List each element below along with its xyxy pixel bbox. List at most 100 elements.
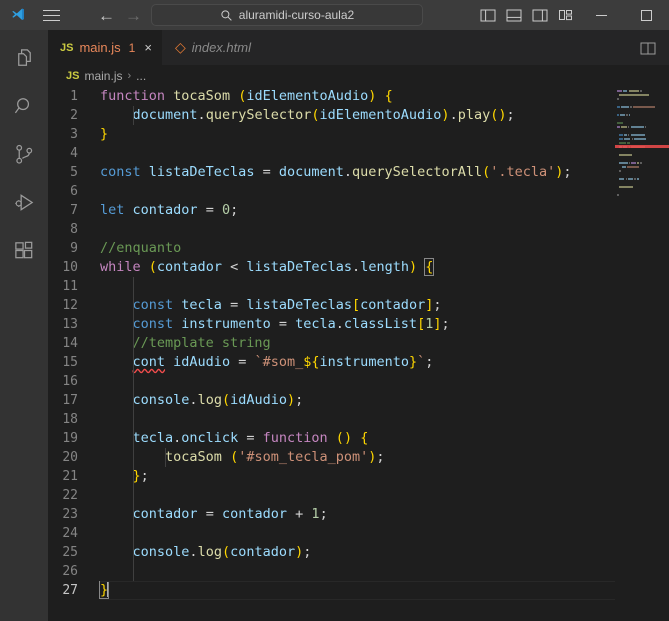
line-number: 19 <box>62 431 78 446</box>
breadcrumb-file[interactable]: main.js <box>84 69 122 83</box>
code-text: function tocaSom (idElementoAudio) { <box>100 88 393 104</box>
code-line[interactable]: 22 <box>48 486 615 505</box>
code-text <box>100 562 615 581</box>
code-text: console.log(idAudio); <box>132 391 304 410</box>
text-cursor <box>107 582 109 597</box>
line-number: 18 <box>62 412 78 427</box>
code-line[interactable]: 6 <box>48 182 615 201</box>
code-line[interactable]: 15 cont idAudio = `#som_${instrumento}`; <box>48 353 615 372</box>
code-text <box>100 410 615 429</box>
editor-actions <box>635 30 669 65</box>
line-number: 6 <box>70 184 78 199</box>
search-input[interactable]: aluramidi-curso-aula2 <box>151 4 423 26</box>
code-line[interactable]: 14 //template string <box>48 334 615 353</box>
code-text: console.log(contador); <box>132 543 312 562</box>
customize-layout-icon[interactable] <box>553 0 579 30</box>
line-number: 17 <box>62 393 78 408</box>
line-number: 3 <box>70 127 78 142</box>
code-line[interactable]: 12 const tecla = listaDeTeclas[contador]… <box>48 296 615 315</box>
code-line[interactable]: 3} <box>48 125 615 144</box>
tab-main-js[interactable]: JS main.js 1 × <box>48 30 163 65</box>
code-line[interactable]: 4 <box>48 144 615 163</box>
code-text: document.querySelector(idElementoAudio).… <box>132 106 515 125</box>
code-text: while (contador < listaDeTeclas.length) … <box>100 258 435 276</box>
code-text: tocaSom ('#som_tecla_pom'); <box>100 448 615 467</box>
code-line[interactable]: 13 const instrumento = tecla.classList[1… <box>48 315 615 334</box>
window-controls-group <box>475 0 669 30</box>
hamburger-menu-icon[interactable] <box>34 6 68 25</box>
run-debug-icon <box>14 193 33 211</box>
code-line[interactable]: 11 <box>48 277 615 296</box>
source-control-icon <box>15 144 32 164</box>
line-number: 25 <box>62 545 78 560</box>
sidebar-item-explorer[interactable] <box>0 34 48 82</box>
minimap[interactable] <box>615 87 669 621</box>
code-text: }; <box>132 467 149 486</box>
tab-index-html[interactable]: ◇ index.html <box>163 30 262 65</box>
toggle-primary-sidebar-icon[interactable] <box>475 0 501 30</box>
line-number: 7 <box>70 203 78 218</box>
vscode-logo-icon <box>0 7 34 24</box>
split-editor-right-button[interactable] <box>635 33 661 63</box>
code-line[interactable]: 26 <box>48 562 615 581</box>
sidebar-item-search[interactable] <box>0 82 48 130</box>
sidebar-item-extensions[interactable] <box>0 226 48 274</box>
code-text: //enquanto <box>100 240 182 256</box>
line-number: 14 <box>62 336 78 351</box>
line-number: 15 <box>62 355 78 370</box>
line-number: 21 <box>62 469 78 484</box>
code-line[interactable]: 18 <box>48 410 615 429</box>
search-icon <box>221 9 232 21</box>
code-line[interactable]: 10 while (contador < listaDeTeclas.length… <box>48 258 615 277</box>
search-icon <box>14 97 29 113</box>
code-lines-container[interactable]: 1 function tocaSom (idElementoAudio) { 2 d… <box>48 87 615 621</box>
code-line[interactable]: 17 console.log(idAudio); <box>48 391 615 410</box>
code-text: contador = contador + 1; <box>132 505 328 524</box>
breadcrumb-symbols[interactable]: ... <box>136 69 146 83</box>
code-line[interactable]: 16 <box>48 372 615 391</box>
code-line[interactable]: 21 }; <box>48 467 615 486</box>
arrow-back-icon[interactable]: ← <box>98 7 115 24</box>
code-line[interactable]: 24 <box>48 524 615 543</box>
arrow-forward-icon[interactable]: → <box>125 7 142 24</box>
line-number: 9 <box>70 241 78 256</box>
code-text: const instrumento = tecla.classList[1]; <box>132 315 450 334</box>
tab-label: main.js <box>79 40 121 55</box>
code-text: } <box>98 581 615 600</box>
minimize-button[interactable] <box>579 0 624 30</box>
code-line[interactable]: 23 contador = contador + 1; <box>48 505 615 524</box>
code-line[interactable]: 19 tecla.onclick = function () { <box>48 429 615 448</box>
code-line[interactable]: 25 console.log(contador); <box>48 543 615 562</box>
sidebar-item-run-debug[interactable] <box>0 178 48 226</box>
code-line[interactable]: 5 const listaDeTeclas = document.querySel… <box>48 163 615 182</box>
maximize-button[interactable] <box>624 0 669 30</box>
line-number: 23 <box>62 507 78 522</box>
line-number: 10 <box>62 260 78 275</box>
chevron-right-icon: › <box>127 70 132 82</box>
code-text: } <box>100 126 109 142</box>
code-line[interactable]: 1 function tocaSom (idElementoAudio) { <box>48 87 615 106</box>
code-text <box>100 372 615 391</box>
activity-bar <box>0 30 48 621</box>
code-text: const tecla = listaDeTeclas[contador]; <box>132 296 442 315</box>
code-line[interactable]: 8 <box>48 220 615 239</box>
line-number: 26 <box>62 564 78 579</box>
toggle-panel-icon[interactable] <box>501 0 527 30</box>
code-line[interactable]: 7 let contador = 0; <box>48 201 615 220</box>
close-icon[interactable]: × <box>144 40 152 55</box>
editor-tabs-bar: JS main.js 1 × ◇ index.html <box>48 30 669 65</box>
toggle-secondary-sidebar-icon[interactable] <box>527 0 553 30</box>
code-line[interactable]: 20 tocaSom ('#som_tecla_pom'); <box>48 448 615 467</box>
code-line[interactable]: 2 document.querySelector(idElementoAudio… <box>48 106 615 125</box>
tab-error-badge: 1 <box>128 40 136 55</box>
code-text <box>100 524 615 543</box>
line-number: 1 <box>70 89 78 104</box>
code-line[interactable]: 9 //enquanto <box>48 239 615 258</box>
search-value: aluramidi-curso-aula2 <box>238 8 355 22</box>
code-line[interactable]: 27} <box>48 581 615 600</box>
editor-code-area: 1 function tocaSom (idElementoAudio) { 2 d… <box>48 87 669 621</box>
sidebar-item-source-control[interactable] <box>0 130 48 178</box>
line-number: 13 <box>62 317 78 332</box>
